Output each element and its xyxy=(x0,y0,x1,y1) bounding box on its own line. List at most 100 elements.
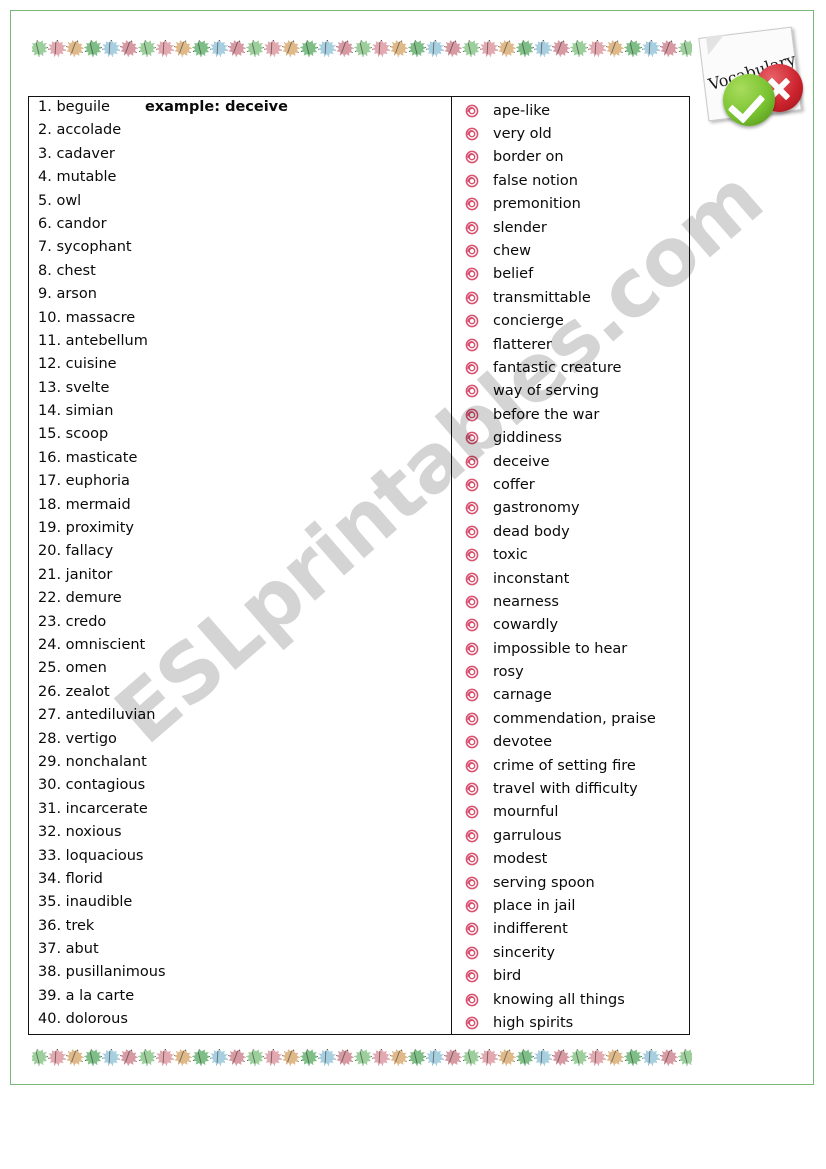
definition-row: garrulous xyxy=(452,824,689,847)
definition-row: dead body xyxy=(452,520,689,543)
word-term: 39. a la carte xyxy=(38,987,135,1004)
word-term: 29. nonchalant xyxy=(38,753,147,770)
word-term: 15. scoop xyxy=(38,426,109,443)
definition-text: knowing all things xyxy=(493,991,625,1008)
word-row: 29. nonchalant xyxy=(29,754,451,777)
definition-text: indifferent xyxy=(493,921,568,938)
word-term: 19. proximity xyxy=(38,520,134,537)
example-answer: example: deceive xyxy=(144,99,288,115)
word-term: 27. antediluvian xyxy=(38,707,156,724)
rose-bullet-icon xyxy=(465,946,485,960)
definition-text: place in jail xyxy=(493,897,576,914)
word-term: 17. euphoria xyxy=(38,473,130,490)
definition-text: concierge xyxy=(493,313,564,330)
rose-bullet-icon xyxy=(465,314,485,328)
matching-exercise-table: 1. beguile example: deceive 2. accolade 3. … xyxy=(28,96,690,1035)
word-row: 3. cadaver xyxy=(29,146,451,169)
definition-text: cowardly xyxy=(493,617,559,634)
word-term: 35. inaudible xyxy=(38,894,133,911)
word-row: 31. incarcerate xyxy=(29,801,451,824)
definition-text: serving spoon xyxy=(493,874,595,891)
rose-bullet-icon xyxy=(465,150,485,164)
definition-text: crime of setting fire xyxy=(493,757,636,774)
rose-bullet-icon xyxy=(465,595,485,609)
rose-bullet-icon xyxy=(465,922,485,936)
definition-row: slender xyxy=(452,216,689,239)
word-term: 28. vertigo xyxy=(38,730,117,747)
word-term: 34. florid xyxy=(38,870,103,887)
word-term: 30. contagious xyxy=(38,777,146,794)
definition-row: carnage xyxy=(452,684,689,707)
definition-row: serving spoon xyxy=(452,871,689,894)
rose-bullet-icon xyxy=(465,969,485,983)
rose-bullet-icon xyxy=(465,291,485,305)
definition-row: crime of setting fire xyxy=(452,754,689,777)
word-row: 15. scoop xyxy=(29,426,451,449)
word-row: 37. abut xyxy=(29,941,451,964)
rose-bullet-icon xyxy=(465,384,485,398)
rose-bullet-icon xyxy=(465,174,485,188)
word-row: 18. mermaid xyxy=(29,497,451,520)
word-term: 38. pusillanimous xyxy=(38,964,166,981)
definition-text: impossible to hear xyxy=(493,640,628,657)
definition-text: bird xyxy=(493,968,522,985)
word-row: 20. fallacy xyxy=(29,543,451,566)
definition-row: indifferent xyxy=(452,918,689,941)
word-term: 32. noxious xyxy=(38,824,122,841)
word-term: 18. mermaid xyxy=(38,496,131,513)
rose-bullet-icon xyxy=(465,712,485,726)
rose-bullet-icon xyxy=(465,455,485,469)
definition-row: flatterer xyxy=(452,333,689,356)
word-term: 8. chest xyxy=(38,262,96,279)
rose-bullet-icon xyxy=(465,267,485,281)
word-term: 21. janitor xyxy=(38,566,113,583)
word-row: 38. pusillanimous xyxy=(29,964,451,987)
rose-bullet-icon xyxy=(465,244,485,258)
word-term: 14. simian xyxy=(38,403,114,420)
definition-text: travel with difficulty xyxy=(493,781,638,798)
word-term: 20. fallacy xyxy=(38,543,114,560)
rose-bullet-icon xyxy=(465,478,485,492)
definition-text: garrulous xyxy=(493,827,562,844)
definition-text: giddiness xyxy=(493,430,562,447)
rose-bullet-icon xyxy=(465,127,485,141)
word-term: 24. omniscient xyxy=(38,636,146,653)
word-row: 33. loquacious xyxy=(29,848,451,871)
definition-row: bird xyxy=(452,964,689,987)
word-row: 22. demure xyxy=(29,590,451,613)
rose-bullet-icon xyxy=(465,408,485,422)
definition-text: deceive xyxy=(493,453,550,470)
definition-text: commendation, praise xyxy=(493,710,656,727)
definition-text: toxic xyxy=(493,547,528,564)
rose-bullet-icon xyxy=(465,876,485,890)
word-row: 21. janitor xyxy=(29,567,451,590)
rose-bullet-icon xyxy=(465,221,485,235)
definition-row: impossible to hear xyxy=(452,637,689,660)
rose-bullet-icon xyxy=(465,899,485,913)
definition-text: coffer xyxy=(493,476,535,493)
word-row: 8. chest xyxy=(29,263,451,286)
rose-bullet-icon xyxy=(465,431,485,445)
rose-bullet-icon xyxy=(465,361,485,375)
definition-row: fantastic creature xyxy=(452,356,689,379)
definition-row: false notion xyxy=(452,169,689,192)
rose-bullet-icon xyxy=(465,665,485,679)
definition-text: border on xyxy=(493,149,564,166)
word-row: 12. cuisine xyxy=(29,356,451,379)
definition-text: premonition xyxy=(493,196,581,213)
word-row: 7. sycophant xyxy=(29,239,451,262)
word-term: 11. antebellum xyxy=(38,332,148,349)
word-term: 23. credo xyxy=(38,613,107,630)
word-row: 11. antebellum xyxy=(29,333,451,356)
green-check-circle-icon xyxy=(723,74,775,126)
rose-bullet-icon xyxy=(465,618,485,632)
word-row: 6. candor xyxy=(29,216,451,239)
word-row: 9. arson xyxy=(29,286,451,309)
word-row: 4. mutable xyxy=(29,169,451,192)
rose-bullet-icon xyxy=(465,782,485,796)
definition-row: transmittable xyxy=(452,286,689,309)
rose-bullet-icon xyxy=(465,1016,485,1030)
word-term: 13. svelte xyxy=(38,379,110,396)
rose-bullet-icon xyxy=(465,572,485,586)
word-row: 24. omniscient xyxy=(29,637,451,660)
